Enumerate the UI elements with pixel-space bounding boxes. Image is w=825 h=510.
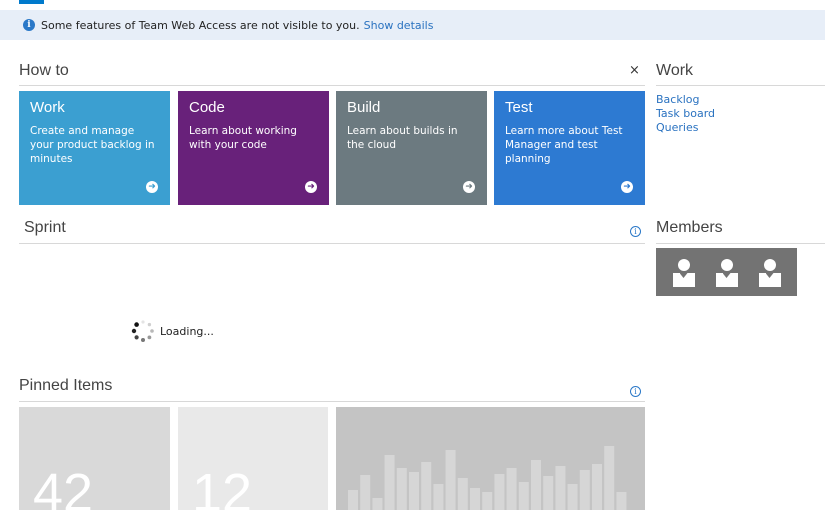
members-panel [656, 248, 797, 296]
chart-bar [396, 468, 407, 510]
chart-bar [543, 476, 554, 510]
work-links: Backlog Task board Queries [656, 93, 715, 135]
tile-build[interactable]: Build Learn about builds in the cloud ➜ [336, 91, 487, 205]
show-details-link[interactable]: Show details [364, 19, 434, 32]
tile-description: Learn about working with your code [189, 125, 297, 151]
arrow-right-icon[interactable]: ➜ [146, 181, 158, 193]
pinned-count: 12 [192, 463, 253, 510]
chart-bar [616, 492, 627, 510]
pinned-count: 42 [33, 463, 94, 510]
pinned-divider [19, 401, 645, 402]
loading-indicator: Loading... [130, 318, 214, 344]
chart-bar [372, 498, 383, 510]
pinned-items-title: Pinned Items [19, 377, 113, 394]
queries-link[interactable]: Queries [656, 121, 715, 135]
tile-title: Build [347, 99, 381, 116]
chart-bar [518, 482, 529, 510]
chart-bar [360, 475, 371, 510]
chart-bar [433, 484, 444, 510]
sprint-divider [19, 243, 645, 244]
close-icon[interactable]: × [629, 63, 640, 78]
tile-title: Test [505, 99, 533, 116]
chart-bar [482, 492, 493, 510]
pinned-tile-count[interactable]: 12 [178, 407, 328, 510]
members-divider [656, 243, 825, 244]
work-panel-title: Work [656, 62, 694, 79]
tile-description: Learn more about Test Manager and test p… [505, 125, 623, 165]
chart-bar [555, 466, 566, 510]
info-bar: i Some features of Team Web Access are n… [0, 10, 825, 40]
tile-description: Learn about builds in the cloud [347, 125, 458, 151]
info-icon[interactable]: i [630, 386, 641, 397]
chart-bar [348, 490, 358, 510]
chart-bar [592, 464, 602, 510]
backlog-link[interactable]: Backlog [656, 93, 715, 107]
sprint-title: Sprint [24, 219, 66, 236]
info-icon[interactable]: i [630, 226, 641, 237]
mini-bar-chart [348, 446, 627, 510]
chart-bar [445, 450, 456, 510]
chart-bar [604, 446, 615, 510]
spinner-icon [131, 320, 154, 342]
loading-text: Loading... [160, 324, 214, 338]
chart-bar [457, 478, 468, 510]
tile-test[interactable]: Test Learn more about Test Manager and t… [494, 91, 645, 205]
chart-bar [579, 470, 590, 510]
chart-bar [531, 460, 541, 510]
howto-title: How to [19, 62, 69, 79]
info-message: Some features of Team Web Access are not… [41, 18, 360, 32]
arrow-right-icon[interactable]: ➜ [305, 181, 317, 193]
pinned-tile-chart[interactable] [336, 407, 645, 510]
info-icon: i [23, 19, 35, 31]
chart-bar [567, 484, 578, 510]
chart-bar [384, 455, 395, 510]
howto-divider [19, 85, 645, 86]
selected-tab-indicator [19, 0, 44, 4]
avatar[interactable] [714, 256, 740, 288]
avatar[interactable] [757, 256, 783, 288]
avatar[interactable] [671, 256, 697, 288]
work-panel-divider [656, 85, 825, 86]
chart-bar [494, 474, 505, 510]
tile-work[interactable]: Work Create and manage your product back… [19, 91, 170, 205]
arrow-right-icon[interactable]: ➜ [463, 181, 475, 193]
chart-bar [421, 462, 432, 510]
members-title: Members [656, 219, 723, 236]
pinned-tile-count[interactable]: 42 [19, 407, 170, 510]
chart-bar [409, 472, 419, 510]
task-board-link[interactable]: Task board [656, 107, 715, 121]
tile-description: Create and manage your product backlog i… [30, 125, 155, 165]
arrow-right-icon[interactable]: ➜ [621, 181, 633, 193]
tile-title: Code [189, 99, 225, 116]
chart-bar [506, 468, 517, 510]
chart-bar [470, 488, 480, 510]
tile-code[interactable]: Code Learn about working with your code … [178, 91, 329, 205]
tile-title: Work [30, 99, 65, 116]
